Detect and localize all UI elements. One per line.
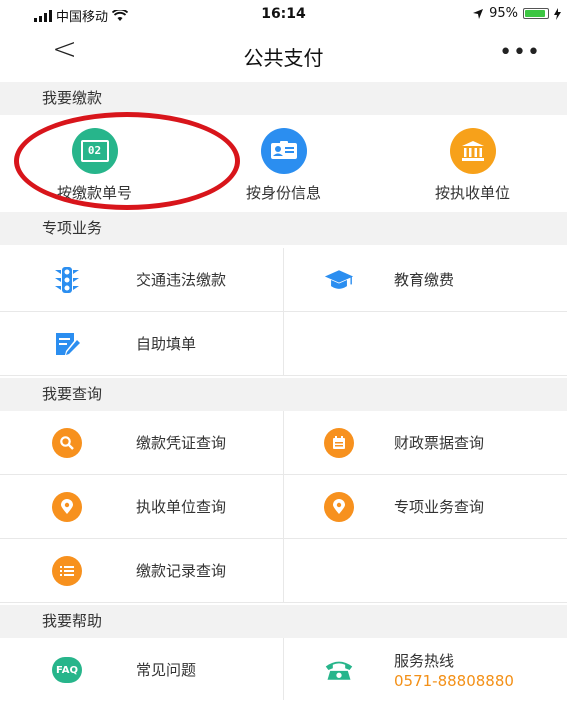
pay-by-collecting-unit-button[interactable]: 按执收单位 [378, 118, 567, 210]
service-hotline-item[interactable]: 服务热线 0571-88808880 [284, 638, 567, 702]
traffic-light-icon [52, 265, 82, 295]
section-header-help: 我要帮助 [0, 605, 567, 638]
item-label: 专项业务查询 [394, 498, 485, 516]
location-arrow-icon [473, 8, 484, 19]
hotline-label: 服务热线 [394, 652, 455, 670]
bank-building-icon [449, 128, 496, 174]
battery-percent: 95% [489, 6, 518, 21]
id-card-icon [260, 128, 307, 174]
divider [283, 248, 284, 376]
pay-by-id-info-button[interactable]: 按身份信息 [189, 118, 378, 210]
faq-item[interactable]: FAQ 常见问题 [0, 638, 283, 702]
pay-option-label: 按缴款单号 [56, 184, 132, 202]
special-business-query-item[interactable]: 专项业务查询 [284, 475, 567, 539]
payment-slip-number-icon: 02 [71, 128, 118, 174]
section-header-pay: 我要缴款 [0, 82, 567, 115]
graduation-cap-icon [324, 265, 354, 295]
traffic-violation-payment-item[interactable]: 交通违法缴款 [0, 248, 283, 312]
item-label: 自助填单 [136, 335, 197, 353]
item-label: 教育缴费 [394, 271, 455, 289]
payment-record-query-item[interactable]: 缴款记录查询 [0, 539, 283, 603]
form-edit-icon [52, 329, 82, 359]
item-label: 缴款记录查询 [136, 562, 227, 580]
list-icon [52, 556, 82, 586]
search-icon [52, 428, 82, 458]
more-menu-button[interactable]: ••• [499, 40, 541, 65]
section-header-special: 专项业务 [0, 212, 567, 245]
collecting-unit-query-item[interactable]: 执收单位查询 [0, 475, 283, 539]
section-header-query: 我要查询 [0, 378, 567, 411]
navigation-bar: < 公共支付 ••• [0, 30, 567, 78]
pay-options: 02 按缴款单号 按身份信息 按执收单位 [0, 118, 567, 210]
fiscal-receipt-query-item[interactable]: 财政票据查询 [284, 411, 567, 475]
divider [283, 638, 284, 700]
status-bar: 中国移动 16:14 95% [0, 0, 567, 30]
battery-info: 95% [472, 6, 561, 21]
location-pin-icon [324, 492, 354, 522]
divider [283, 411, 284, 603]
item-label: 执收单位查询 [136, 498, 227, 516]
item-label: 交通违法缴款 [136, 271, 227, 289]
faq-icon: FAQ [52, 655, 82, 685]
empty-cell [284, 312, 567, 376]
empty-cell [284, 539, 567, 603]
battery-icon [523, 8, 549, 19]
location-pin-icon [52, 492, 82, 522]
item-label: 常见问题 [136, 661, 197, 679]
item-label: 财政票据查询 [394, 434, 485, 452]
pay-option-label: 按身份信息 [245, 184, 321, 202]
charging-icon [554, 7, 561, 20]
page-title: 公共支付 [243, 46, 324, 70]
pay-option-label: 按执收单位 [434, 184, 510, 202]
payment-voucher-query-item[interactable]: 缴款凭证查询 [0, 411, 283, 475]
education-payment-item[interactable]: 教育缴费 [284, 248, 567, 312]
self-service-form-item[interactable]: 自助填单 [0, 312, 283, 376]
pay-by-slip-number-button[interactable]: 02 按缴款单号 [0, 118, 189, 210]
telephone-icon [324, 655, 354, 685]
hotline-number[interactable]: 0571-88808880 [394, 672, 514, 690]
receipt-icon [324, 428, 354, 458]
item-label: 缴款凭证查询 [136, 434, 227, 452]
